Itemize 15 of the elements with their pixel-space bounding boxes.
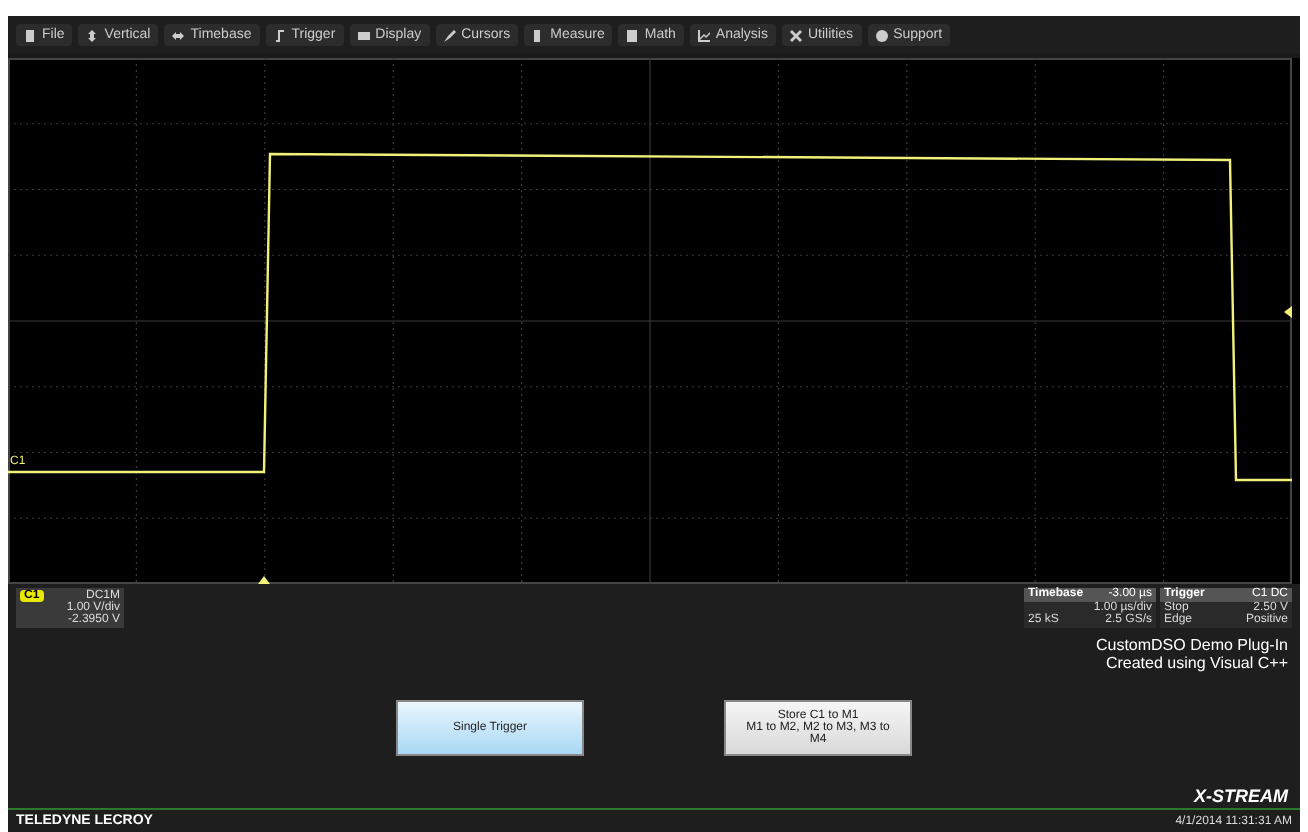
horizontal-arrow-icon: [172, 29, 185, 41]
trigger-level-icon: [1284, 306, 1292, 318]
trigger-edge-icon: [273, 29, 286, 41]
xstream-logo: X-STREAM: [1194, 786, 1288, 806]
calculator-icon: [626, 29, 639, 41]
document-icon: [24, 29, 36, 41]
ruler-icon: [532, 29, 545, 41]
chart-icon: [697, 29, 710, 41]
help-icon: [875, 29, 888, 41]
plugin-text: Created using Visual C++: [1105, 654, 1288, 672]
tools-icon: [790, 29, 802, 41]
vertical-arrow-icon: [86, 29, 99, 41]
plugin-text: CustomDSO Demo Plug-In: [1095, 636, 1288, 654]
cursor-icon: [443, 29, 456, 41]
display-icon: [357, 29, 370, 41]
